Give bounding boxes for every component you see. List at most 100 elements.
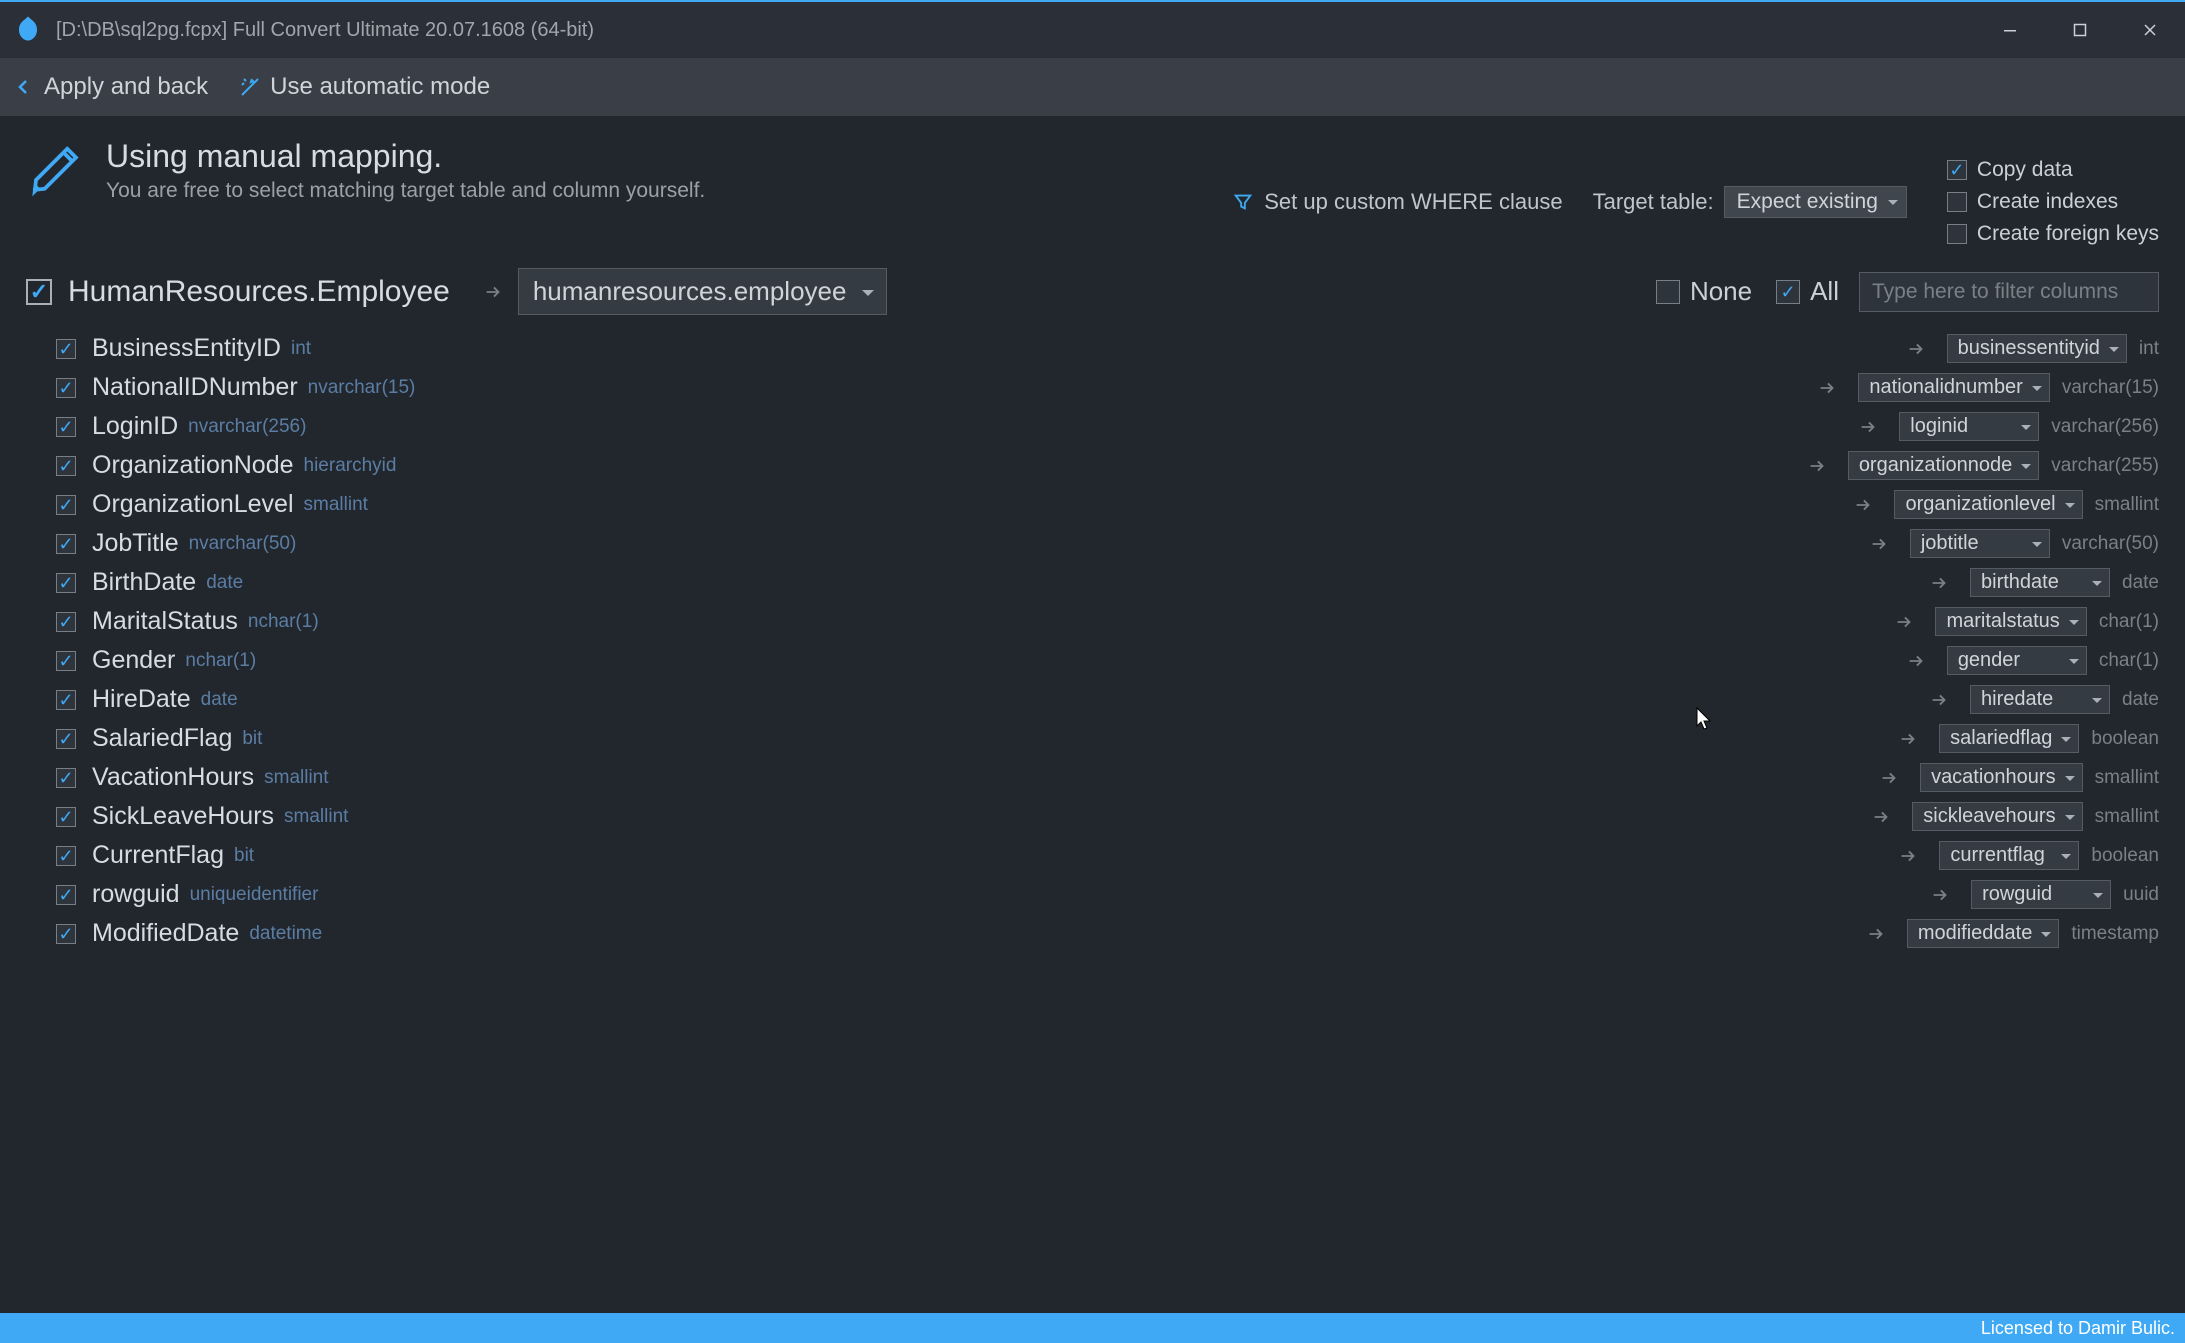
column-enabled-checkbox[interactable] xyxy=(56,651,76,671)
target-column-select[interactable]: currentflag xyxy=(1939,841,2079,870)
target-column-type: char(1) xyxy=(2099,611,2159,633)
target-column-type: date xyxy=(2122,572,2159,594)
close-button[interactable] xyxy=(2115,2,2185,58)
magic-wand-icon xyxy=(238,75,262,99)
source-column-type: date xyxy=(201,689,238,711)
target-column-type: boolean xyxy=(2091,728,2159,750)
target-column-select[interactable]: organizationlevel xyxy=(1894,490,2082,519)
create-indexes-checkbox[interactable]: Create indexes xyxy=(1947,190,2159,214)
source-column-name: OrganizationLevel xyxy=(92,490,294,519)
arrow-left-icon xyxy=(12,75,36,99)
create-foreign-keys-checkbox[interactable]: Create foreign keys xyxy=(1947,222,2159,246)
column-enabled-checkbox[interactable] xyxy=(56,417,76,437)
target-column-select[interactable]: hiredate xyxy=(1970,685,2110,714)
column-enabled-checkbox[interactable] xyxy=(56,378,76,398)
checkbox-icon xyxy=(1776,280,1800,304)
column-enabled-checkbox[interactable] xyxy=(56,612,76,632)
arrow-right-icon xyxy=(1929,884,1951,906)
column-enabled-checkbox[interactable] xyxy=(56,534,76,554)
copy-data-checkbox[interactable]: Copy data xyxy=(1947,158,2159,182)
column-enabled-checkbox[interactable] xyxy=(56,729,76,749)
target-table-select[interactable]: humanresources.employee xyxy=(518,268,888,315)
source-column-name: SickLeaveHours xyxy=(92,802,274,831)
target-column-type: int xyxy=(2139,338,2159,360)
target-column-name: nationalidnumber xyxy=(1869,376,2022,398)
target-column-name: salariedflag xyxy=(1950,727,2052,749)
column-enabled-checkbox[interactable] xyxy=(56,573,76,593)
table-enabled-checkbox[interactable] xyxy=(26,279,52,305)
target-column-select[interactable]: nationalidnumber xyxy=(1858,373,2049,402)
target-column-select[interactable]: salariedflag xyxy=(1939,724,2079,753)
all-label: All xyxy=(1810,276,1839,307)
target-column-type: smallint xyxy=(2095,767,2159,789)
target-column-select[interactable]: sickleavehours xyxy=(1912,802,2082,831)
custom-where-button[interactable]: Set up custom WHERE clause xyxy=(1232,189,1562,215)
target-column-select[interactable]: vacationhours xyxy=(1920,763,2083,792)
apply-and-back-button[interactable]: Apply and back xyxy=(12,73,208,101)
column-row: BusinessEntityIDintbusinessentityidint xyxy=(56,329,2159,368)
column-enabled-checkbox[interactable] xyxy=(56,768,76,788)
source-column-type: uniqueidentifier xyxy=(190,884,319,906)
column-row: OrganizationNodehierarchyidorganizationn… xyxy=(56,446,2159,485)
column-row: NationalIDNumbernvarchar(15)nationalidnu… xyxy=(56,368,2159,407)
status-bar: Licensed to Damir Bulic. xyxy=(0,1313,2185,1343)
target-column-type: boolean xyxy=(2091,845,2159,867)
arrow-right-icon xyxy=(1905,338,1927,360)
target-column-name: loginid xyxy=(1910,415,1968,437)
target-column-type: char(1) xyxy=(2099,650,2159,672)
source-column-name: LoginID xyxy=(92,412,178,441)
select-none-checkbox[interactable]: None xyxy=(1656,276,1752,307)
filter-columns-input[interactable] xyxy=(1859,272,2159,312)
checkbox-icon xyxy=(1947,192,1967,212)
column-enabled-checkbox[interactable] xyxy=(56,495,76,515)
target-table-dropdown[interactable]: Expect existing xyxy=(1724,186,1907,218)
target-column-select[interactable]: businessentityid xyxy=(1947,334,2127,363)
target-column-name: birthdate xyxy=(1981,571,2059,593)
column-enabled-checkbox[interactable] xyxy=(56,924,76,944)
target-column-select[interactable]: rowguid xyxy=(1971,880,2111,909)
target-column-type: uuid xyxy=(2123,884,2159,906)
source-column-type: nchar(1) xyxy=(248,611,319,633)
source-column-name: BirthDate xyxy=(92,568,196,597)
column-enabled-checkbox[interactable] xyxy=(56,456,76,476)
column-enabled-checkbox[interactable] xyxy=(56,846,76,866)
source-column-type: nvarchar(256) xyxy=(188,416,306,438)
source-column-type: hierarchyid xyxy=(304,455,397,477)
column-enabled-checkbox[interactable] xyxy=(56,807,76,827)
source-column-name: rowguid xyxy=(92,880,180,909)
apply-back-label: Apply and back xyxy=(44,73,208,101)
source-column-name: BusinessEntityID xyxy=(92,334,281,363)
target-column-name: maritalstatus xyxy=(1946,610,2059,632)
target-column-select[interactable]: loginid xyxy=(1899,412,2039,441)
column-enabled-checkbox[interactable] xyxy=(56,885,76,905)
arrow-right-icon xyxy=(1806,455,1828,477)
auto-mode-label: Use automatic mode xyxy=(270,73,490,101)
column-enabled-checkbox[interactable] xyxy=(56,339,76,359)
column-row: Gendernchar(1)genderchar(1) xyxy=(56,641,2159,680)
target-column-select[interactable]: maritalstatus xyxy=(1935,607,2086,636)
source-column-name: CurrentFlag xyxy=(92,841,224,870)
use-automatic-mode-button[interactable]: Use automatic mode xyxy=(238,73,490,101)
source-column-name: ModifiedDate xyxy=(92,919,239,948)
column-enabled-checkbox[interactable] xyxy=(56,690,76,710)
target-table-name: humanresources.employee xyxy=(533,276,847,306)
arrow-right-icon xyxy=(1878,767,1900,789)
source-column-type: date xyxy=(206,572,243,594)
source-column-type: smallint xyxy=(264,767,328,789)
select-all-checkbox[interactable]: All xyxy=(1776,276,1839,307)
target-column-select[interactable]: birthdate xyxy=(1970,568,2110,597)
target-column-type: varchar(15) xyxy=(2062,377,2159,399)
titlebar: [D:\DB\sql2pg.fcpx] Full Convert Ultimat… xyxy=(0,2,2185,58)
target-column-select[interactable]: modifieddate xyxy=(1907,919,2060,948)
target-column-type: timestamp xyxy=(2071,923,2159,945)
source-column-type: bit xyxy=(242,728,262,750)
target-column-select[interactable]: organizationnode xyxy=(1848,451,2039,480)
source-table-name: HumanResources.Employee xyxy=(68,275,450,309)
target-table-value: Expect existing xyxy=(1737,190,1878,213)
maximize-button[interactable] xyxy=(2045,2,2115,58)
arrow-right-icon xyxy=(1865,923,1887,945)
target-column-select[interactable]: gender xyxy=(1947,646,2087,675)
target-column-name: gender xyxy=(1958,649,2020,671)
target-column-select[interactable]: jobtitle xyxy=(1910,529,2050,558)
minimize-button[interactable] xyxy=(1975,2,2045,58)
